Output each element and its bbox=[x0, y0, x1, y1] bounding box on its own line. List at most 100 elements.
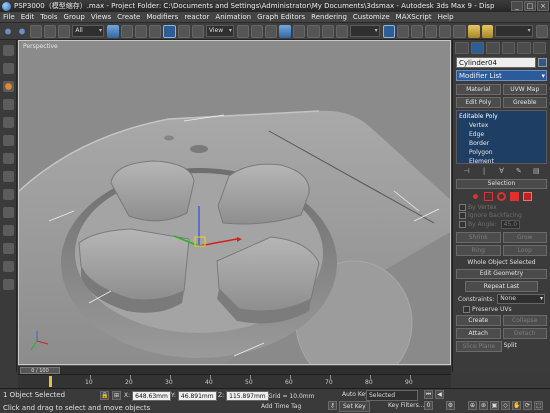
split-checkbox[interactable]: Split bbox=[504, 341, 548, 352]
redo-icon[interactable] bbox=[15, 24, 28, 38]
menu-file[interactable]: File bbox=[3, 13, 15, 21]
absolute-mode-icon[interactable]: ⊞ bbox=[112, 391, 121, 400]
menu-animation[interactable]: Animation bbox=[215, 13, 251, 21]
detach-button[interactable]: Detach bbox=[502, 328, 547, 339]
add-time-tag[interactable]: Add Time Tag bbox=[258, 402, 304, 413]
previous-frame-icon[interactable]: ◀ bbox=[435, 390, 444, 399]
lock-selection-icon[interactable]: 🔒 bbox=[100, 391, 109, 400]
spinner-snap-icon[interactable] bbox=[321, 24, 334, 38]
collapse-button[interactable]: Collapse bbox=[502, 315, 547, 326]
select-and-move-icon[interactable] bbox=[163, 24, 176, 38]
grow-button[interactable]: Grow bbox=[502, 232, 547, 243]
window-crossing-icon[interactable] bbox=[149, 24, 162, 38]
by-angle-checkbox[interactable]: By Angle: 45.0 bbox=[459, 220, 544, 229]
create-sphere-icon[interactable] bbox=[3, 63, 14, 74]
create-cylinder-icon[interactable] bbox=[3, 99, 14, 110]
key-mode-dropdown[interactable]: Selected bbox=[366, 390, 418, 401]
edge-mode-icon[interactable] bbox=[484, 192, 493, 201]
tab-utilities[interactable] bbox=[532, 42, 546, 54]
menu-edit[interactable]: Edit bbox=[21, 13, 35, 21]
snaps-toggle-icon[interactable] bbox=[279, 24, 292, 38]
extrude-icon[interactable] bbox=[3, 279, 14, 290]
attach-button[interactable]: Attach bbox=[456, 328, 501, 339]
pan-view-icon[interactable]: ✋ bbox=[512, 401, 521, 410]
constraints-dropdown[interactable]: None bbox=[497, 294, 545, 304]
menu-create[interactable]: Create bbox=[117, 13, 140, 21]
maximize-button[interactable]: □ bbox=[524, 1, 536, 11]
edit-named-selection-icon[interactable] bbox=[335, 24, 348, 38]
select-by-name-icon[interactable] bbox=[121, 24, 134, 38]
tab-motion[interactable] bbox=[501, 42, 515, 54]
align-icon[interactable] bbox=[396, 24, 409, 38]
select-and-rotate-icon[interactable] bbox=[177, 24, 190, 38]
field-of-view-icon[interactable]: ◇ bbox=[501, 401, 510, 410]
greeble-button[interactable]: Greeble bbox=[502, 97, 547, 108]
tab-modify[interactable] bbox=[470, 42, 484, 54]
menu-tools[interactable]: Tools bbox=[40, 13, 57, 21]
stack-item-editable-poly[interactable]: Editable Poly bbox=[459, 112, 544, 121]
configure-modifier-sets-icon[interactable]: ▤ bbox=[532, 167, 541, 176]
shrink-button[interactable]: Shrink bbox=[456, 232, 501, 243]
selection-filter-dropdown[interactable]: All bbox=[72, 25, 105, 37]
menu-help[interactable]: Help bbox=[438, 13, 454, 21]
by-vertex-checkbox[interactable]: By Vertex bbox=[459, 204, 544, 211]
time-config-icon[interactable]: ⚙ bbox=[446, 401, 455, 410]
create-button[interactable]: Create bbox=[456, 315, 501, 326]
loop-button[interactable]: Loop bbox=[502, 245, 547, 256]
stack-item-border[interactable]: Border bbox=[459, 139, 544, 148]
current-frame-icon[interactable]: 0 bbox=[424, 401, 433, 410]
create-torus-icon[interactable] bbox=[3, 81, 14, 92]
stack-item-polygon[interactable]: Polygon bbox=[459, 148, 544, 157]
maximize-viewport-icon[interactable]: ⬚ bbox=[534, 401, 543, 410]
keyframe-marker[interactable] bbox=[49, 376, 52, 387]
modifier-list-dropdown[interactable]: Modifier List bbox=[456, 70, 547, 81]
reference-coordinate-dropdown[interactable]: View bbox=[205, 25, 234, 37]
select-object-icon[interactable] bbox=[107, 24, 120, 38]
stack-item-edge[interactable]: Edge bbox=[459, 130, 544, 139]
zoom-icon[interactable]: ⊕ bbox=[468, 401, 477, 410]
make-unique-icon[interactable]: ∀ bbox=[497, 167, 506, 176]
create-plane-icon[interactable] bbox=[3, 117, 14, 128]
object-name-field[interactable]: Cylinder04 bbox=[456, 57, 536, 68]
create-camera-icon[interactable] bbox=[3, 189, 14, 200]
element-mode-icon[interactable] bbox=[523, 192, 532, 201]
uvw-map-button[interactable]: UVW Map bbox=[502, 84, 547, 95]
modifier-icon[interactable] bbox=[3, 261, 14, 272]
y-field[interactable]: 46.891mm bbox=[177, 390, 217, 401]
vertex-mode-icon[interactable] bbox=[471, 192, 480, 201]
create-spacewarp-icon[interactable] bbox=[3, 225, 14, 236]
key-icon[interactable]: ⚷ bbox=[328, 401, 337, 410]
tab-hierarchy[interactable] bbox=[486, 42, 500, 54]
link-icon[interactable] bbox=[29, 24, 43, 38]
unlink-icon[interactable] bbox=[44, 24, 57, 38]
menu-reactor[interactable]: reactor bbox=[184, 13, 209, 21]
bind-space-warp-icon[interactable] bbox=[58, 24, 71, 38]
quick-render-icon[interactable] bbox=[535, 24, 548, 38]
minimize-button[interactable]: _ bbox=[511, 1, 523, 11]
pivot-center-icon[interactable] bbox=[236, 24, 250, 38]
perspective-viewport[interactable]: Perspective bbox=[18, 40, 451, 365]
curve-editor-icon[interactable] bbox=[425, 24, 438, 38]
tab-display[interactable] bbox=[517, 42, 531, 54]
schematic-view-icon[interactable] bbox=[439, 24, 452, 38]
z-field[interactable]: 115.897mm bbox=[226, 390, 269, 401]
create-system-icon[interactable] bbox=[3, 243, 14, 254]
polygon-mode-icon[interactable] bbox=[510, 192, 519, 201]
create-helper-icon[interactable] bbox=[3, 207, 14, 218]
render-frame-icon[interactable] bbox=[481, 24, 494, 38]
undo-icon[interactable] bbox=[2, 24, 14, 38]
angle-snap-icon[interactable] bbox=[293, 24, 306, 38]
percent-snap-icon[interactable] bbox=[307, 24, 320, 38]
material-button[interactable]: Material bbox=[456, 84, 501, 95]
remove-modifier-icon[interactable]: ✎ bbox=[514, 167, 523, 176]
menu-rendering[interactable]: Rendering bbox=[311, 13, 347, 21]
ring-button[interactable]: Ring bbox=[456, 245, 501, 256]
time-slider[interactable]: 0 / 100 bbox=[18, 365, 451, 374]
menu-maxscript[interactable]: MAXScript bbox=[396, 13, 432, 21]
ignore-backfacing-checkbox[interactable]: Ignore Backfacing bbox=[459, 212, 544, 219]
goto-start-icon[interactable]: ⏮ bbox=[424, 390, 433, 399]
named-selection-dropdown[interactable] bbox=[349, 25, 380, 37]
menu-graph-editors[interactable]: Graph Editors bbox=[257, 13, 305, 21]
pin-stack-icon[interactable]: ⊣ bbox=[462, 167, 471, 176]
x-field[interactable]: 648.63mm bbox=[132, 390, 171, 401]
